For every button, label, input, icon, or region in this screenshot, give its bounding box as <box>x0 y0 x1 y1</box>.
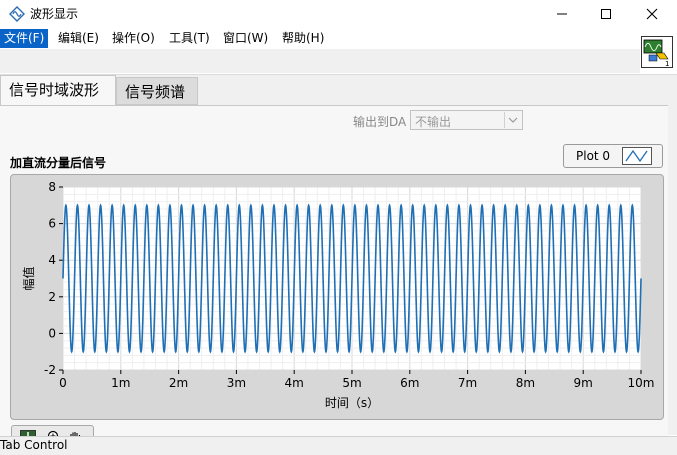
x-tick-label: 2m <box>169 376 188 390</box>
status-text: Tab Control <box>0 438 68 452</box>
menu-tools[interactable]: 工具(T) <box>165 29 214 48</box>
y-tick-label: 6 <box>48 217 56 231</box>
da-output-label: 输出到DA <box>353 115 407 129</box>
legend-swatch-icon <box>622 147 652 165</box>
legend-plot-name: Plot 0 <box>576 149 611 163</box>
tab-page: 输出到DA 不输出 加直流分量后信号 Plot 0 0 1m 2m 3m 4m 5m 6m 7… <box>0 105 668 450</box>
menu-file[interactable]: 文件(F) <box>0 29 49 48</box>
x-tick-label: 6m <box>400 376 419 390</box>
vi-icon[interactable]: 1 <box>641 36 673 68</box>
close-icon <box>646 8 658 20</box>
svg-text:1: 1 <box>665 60 669 67</box>
y-tick-label: 2 <box>48 290 56 304</box>
minimize-icon <box>557 13 567 15</box>
vi-waveform-icon: 1 <box>643 39 669 68</box>
labview-app-icon <box>9 6 25 22</box>
waveform-plot: 0 1m 2m 3m 4m 5m 6m 7m 8m 9m 10m-202468时间（s）幅值 <box>21 180 655 410</box>
x-tick-label: 10m <box>628 376 655 390</box>
da-output-value: 不输出 <box>415 115 452 129</box>
x-tick-label: 5m <box>342 376 361 390</box>
menu-help[interactable]: 帮助(H) <box>278 29 328 48</box>
da-output-select[interactable]: 不输出 <box>410 110 523 130</box>
menu-operate[interactable]: 操作(O) <box>108 29 159 48</box>
maximize-icon <box>601 9 611 19</box>
x-tick-label: 8m <box>516 376 535 390</box>
plot-legend[interactable]: Plot 0 <box>563 144 663 168</box>
menu-edit[interactable]: 编辑(E) <box>54 29 103 48</box>
vertical-scrollbar[interactable] <box>668 75 677 435</box>
graph-label: 加直流分量后信号 <box>10 156 107 170</box>
status-bar: Tab Control <box>0 436 677 455</box>
y-tick-label: 8 <box>48 180 56 194</box>
maximize-button[interactable] <box>583 0 629 28</box>
x-tick-label: 3m <box>227 376 246 390</box>
chevron-down-icon[interactable] <box>504 112 521 128</box>
toolbar <box>0 49 640 73</box>
title-bar: 波形显示 <box>0 0 677 28</box>
minimize-button[interactable] <box>539 0 585 28</box>
tab-spectrum[interactable]: 信号频谱 <box>116 77 198 105</box>
y-tick-label: -2 <box>44 363 56 377</box>
x-axis-label: 时间（s） <box>325 396 379 410</box>
menu-bar: 文件(F) 编辑(E) 操作(O) 工具(T) 窗口(W) 帮助(H) <box>0 28 640 49</box>
x-tick-label: 9m <box>574 376 593 390</box>
x-tick-label: 1m <box>111 376 130 390</box>
close-button[interactable] <box>629 0 675 28</box>
waveform-graph[interactable]: 0 1m 2m 3m 4m 5m 6m 7m 8m 9m 10m -2 0 2 4 6 8 时间（s） 幅值 <box>10 174 664 420</box>
y-axis-label: 幅值 <box>21 266 36 290</box>
x-tick-label: 4m <box>285 376 304 390</box>
tab-time-domain[interactable]: 信号时域波形 <box>0 75 116 105</box>
window-title: 波形显示 <box>30 7 79 21</box>
x-tick-label: 0 <box>59 376 67 390</box>
x-tick-label: 7m <box>458 376 477 390</box>
front-panel: 信号时域波形 信号频谱 输出到DA 不输出 加直流分量后信号 Plot 0 0 1… <box>0 75 668 450</box>
menu-window[interactable]: 窗口(W) <box>219 29 272 48</box>
y-tick-label: 4 <box>48 253 56 267</box>
y-tick-label: 0 <box>48 326 56 340</box>
